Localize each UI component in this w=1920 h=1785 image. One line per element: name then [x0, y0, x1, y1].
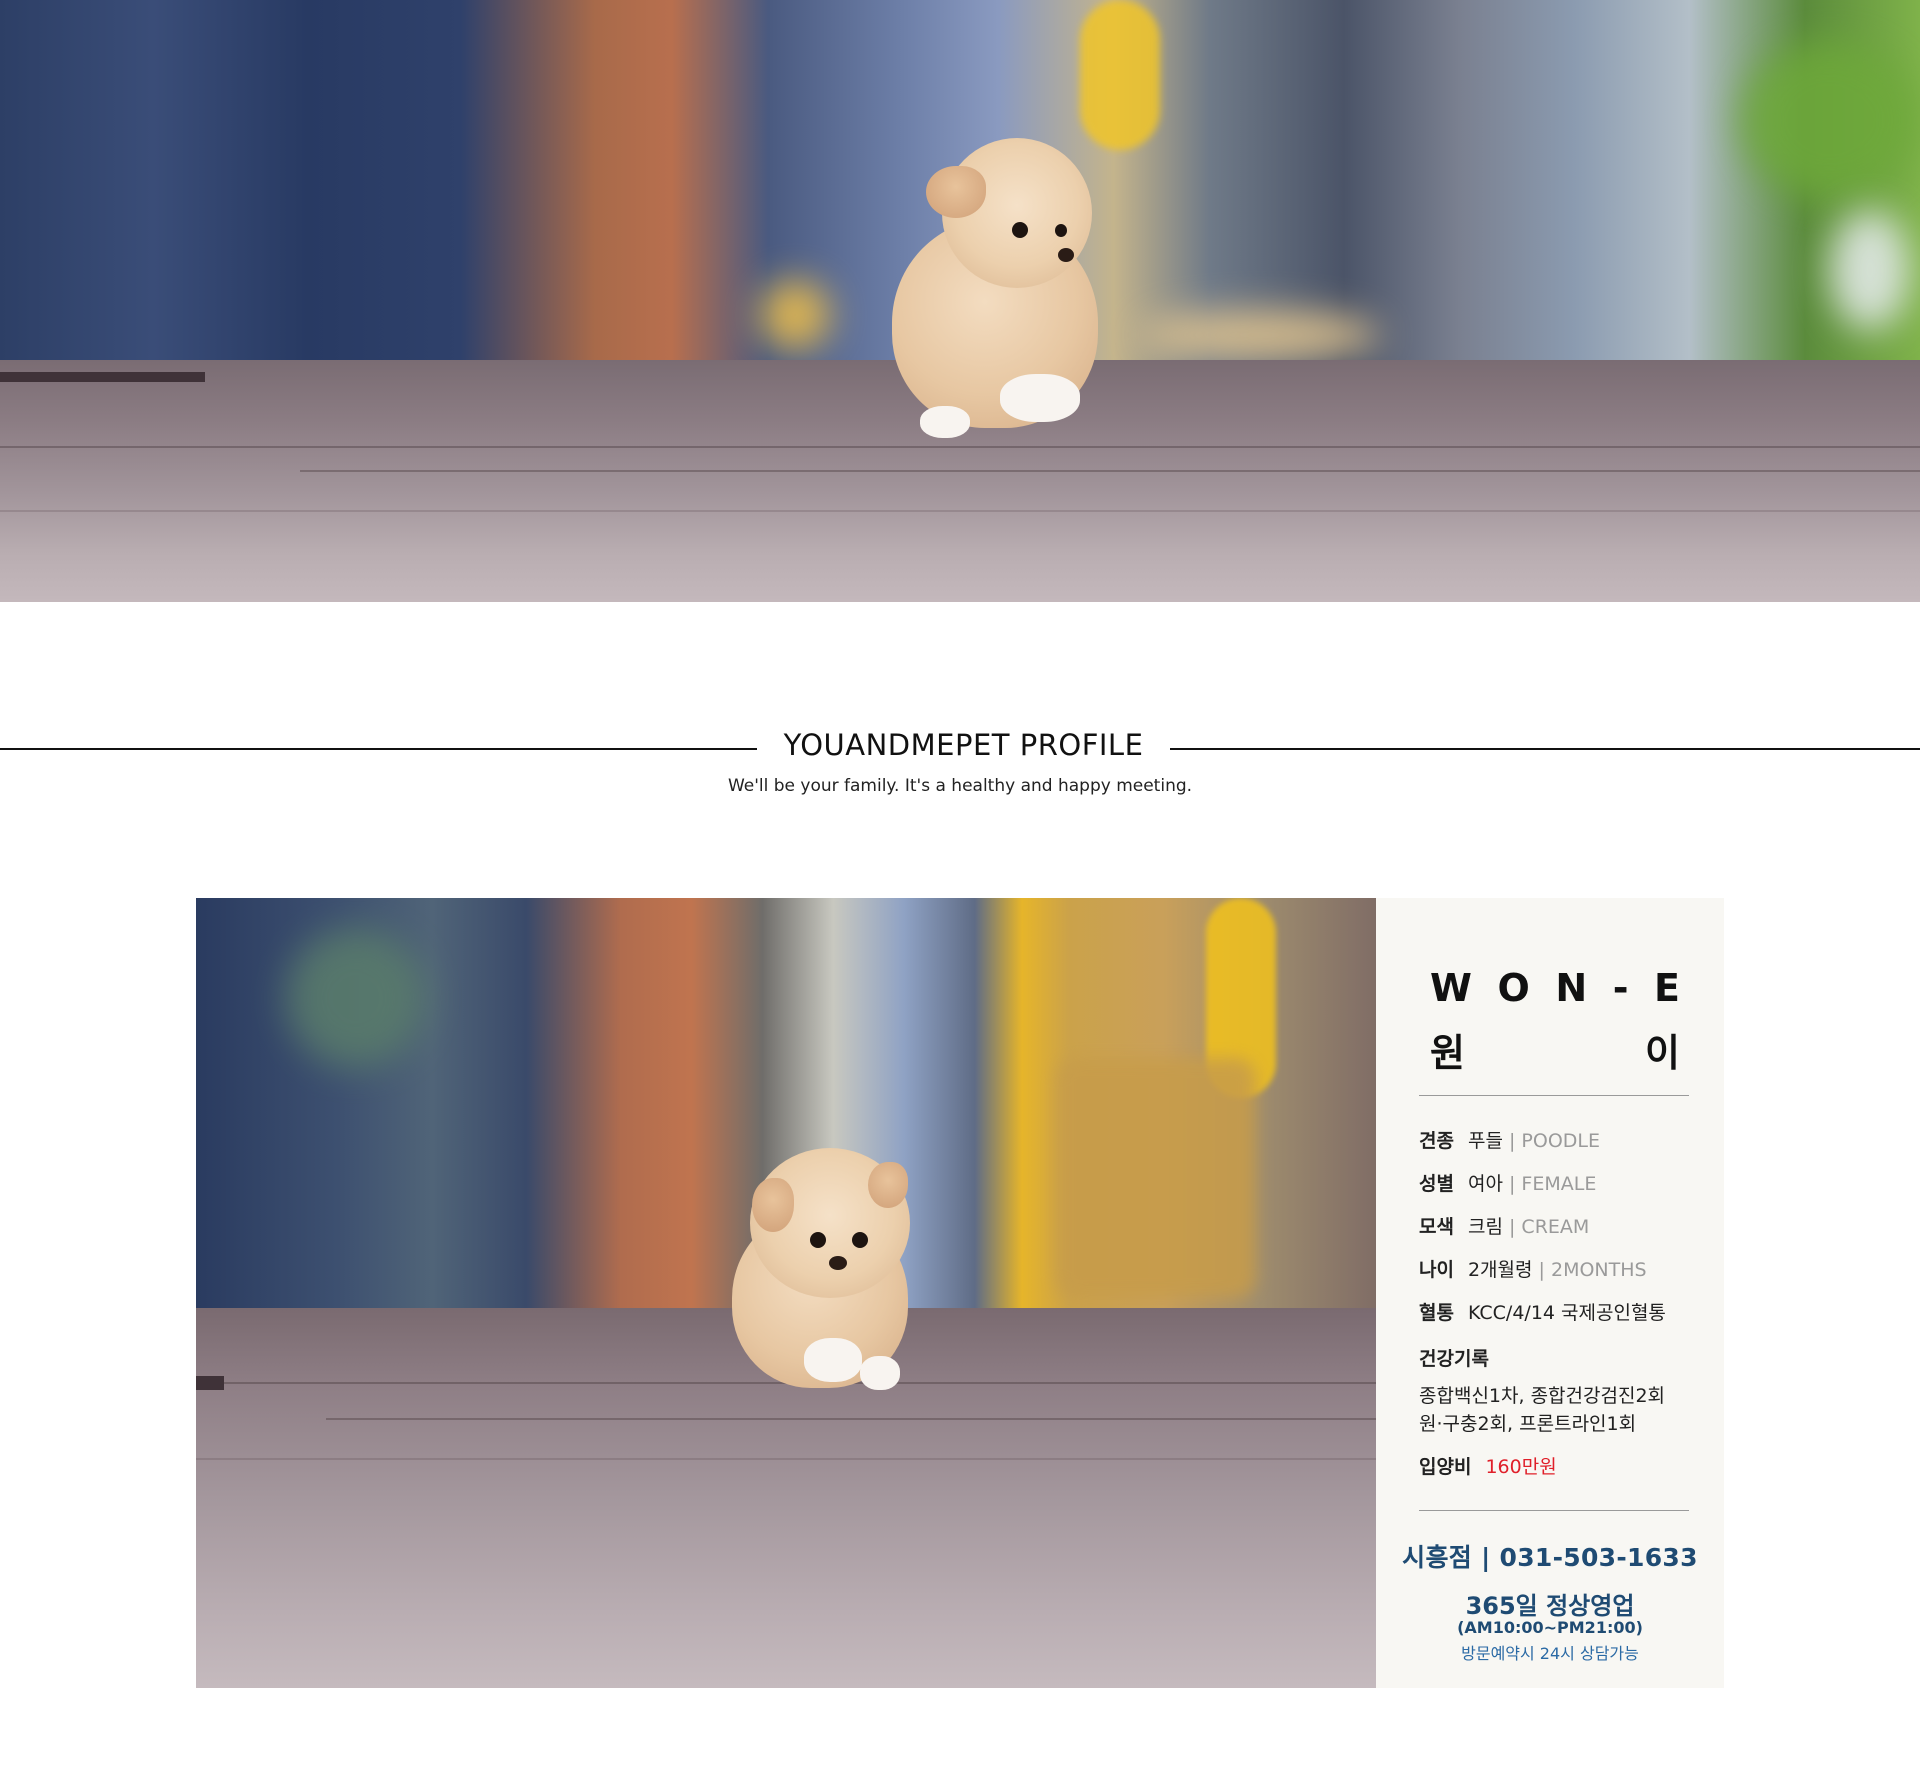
info-divider-bottom	[1419, 1510, 1689, 1511]
profile-bokeh-light	[1056, 1058, 1256, 1298]
info-row-price: 입양비 160만원	[1419, 1456, 1557, 1478]
health-record-label: 건강기록	[1419, 1348, 1489, 1370]
hero-bokeh-light	[1830, 210, 1910, 330]
profile-puppy	[732, 1148, 932, 1398]
section-subtitle: We'll be your family. It's a healthy and…	[727, 776, 1193, 796]
info-row-breed: 견종 푸들 | POODLE	[1419, 1130, 1601, 1152]
hero-puppy	[890, 138, 1110, 438]
title-rule-left	[0, 748, 757, 750]
hero-bokeh-light	[1740, 40, 1920, 200]
section-title: YOUANDMEPET PROFILE	[783, 728, 1144, 762]
pet-name-korean: 원 이	[1430, 1031, 1680, 1075]
hero-photo	[0, 0, 1920, 602]
info-row-color: 모색 크림 | CREAM	[1419, 1216, 1590, 1238]
hero-bokeh-light	[1080, 0, 1160, 150]
info-panel: W O N - E 원 이 견종 푸들 | POODLE 성별 여아 | FEMAL…	[1376, 898, 1724, 1688]
pet-name-english: W O N - E	[1430, 966, 1680, 1010]
profile-photo	[196, 898, 1376, 1688]
health-record-text: 종합백신1차, 종합건강검진2회 원·구충2회, 프론트라인1회	[1419, 1385, 1666, 1435]
info-divider-top	[1419, 1095, 1689, 1096]
hero-bokeh-light	[1140, 310, 1380, 360]
info-row-sex: 성별 여아 | FEMALE	[1419, 1173, 1597, 1195]
open-hours: (AM10:00~PM21:00)	[1457, 1618, 1643, 1637]
title-rule-right	[1170, 748, 1920, 750]
info-row-pedigree: 혈통 KCC/4/14 국제공인혈통	[1419, 1302, 1666, 1324]
visit-consult-note: 방문예약시 24시 상담가능	[1461, 1644, 1639, 1663]
profile-card: W O N - E 원 이 견종 푸들 | POODLE 성별 여아 | FEMAL…	[196, 898, 1724, 1688]
open-days: 365일 정상영업	[1465, 1592, 1635, 1620]
hero-bokeh-light	[760, 280, 830, 350]
store-phone: 시흥점 | 031-503-1633	[1402, 1543, 1698, 1572]
info-row-age: 나이 2개월령 | 2MONTHS	[1419, 1259, 1647, 1281]
adoption-price: 160만원	[1485, 1456, 1557, 1478]
profile-bokeh-light	[286, 928, 426, 1068]
section-header: YOUANDMEPET PROFILE We'll be your family…	[0, 728, 1920, 800]
